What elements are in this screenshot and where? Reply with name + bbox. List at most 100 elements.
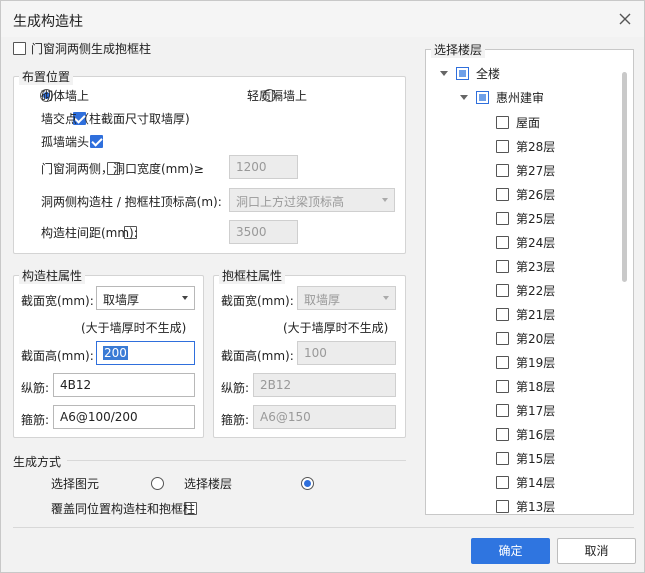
frame-width-label: 截面宽(mm): [221,294,294,308]
tree-row-floor[interactable]: 第23层 [496,256,555,276]
tree-row-floor[interactable]: 第21层 [496,304,555,324]
close-icon[interactable] [616,10,634,28]
spacing-input[interactable]: 3500 [229,220,298,244]
floor-label: 第26层 [516,188,556,202]
select-floors-radio[interactable] [300,477,314,490]
floor-label: 第23层 [516,260,556,274]
floor-label: 第13层 [516,500,556,514]
column-stirrup-input[interactable]: A6@100/200 [53,405,195,429]
floor-label: 第15层 [516,452,556,466]
tree-row-project[interactable]: 惠州建审 [460,88,544,108]
tree-row-floor[interactable]: 第28层 [496,136,555,156]
frame-long-bar-input[interactable]: 2B12 [253,373,396,397]
dialog-title: 生成构造柱 [13,14,83,30]
frame-stirrup-input[interactable]: A6@150 [253,405,396,429]
tree-row-floor[interactable]: 第14层 [496,472,555,492]
floor-label: 第19层 [516,356,556,370]
ok-button[interactable]: 确定 [471,538,550,564]
tree-row-floor[interactable]: 第20层 [496,328,555,348]
floor-checkbox[interactable] [496,164,509,177]
floor-checkbox[interactable] [496,500,509,513]
tree-row-floor[interactable]: 第13层 [496,496,555,516]
overwrite-label: 覆盖同位置构造柱和抱框柱 [51,502,196,516]
column-width-label: 截面宽(mm): [21,294,94,308]
tree-row-root[interactable]: 全楼 [440,64,500,84]
layout-position-title: 布置位置 [19,68,74,85]
floor-checkbox[interactable] [496,476,509,489]
generate-mode-divider [67,460,406,461]
dialog-window: 生成构造柱 门窗洞两侧生成抱框柱 布置位置 砌体墙上 轻质隔墙上 墙交点（柱截面… [0,0,645,573]
chevron-down-icon [382,198,388,202]
floor-checkbox[interactable] [496,428,509,441]
column-height-label: 截面高(mm): [21,349,94,363]
tree-row-floor[interactable]: 第24层 [496,232,555,252]
column-long-bar-input[interactable]: 4B12 [53,373,195,397]
floor-checkbox[interactable] [496,452,509,465]
cancel-button[interactable]: 取消 [557,538,636,564]
column-props-title: 构造柱属性 [19,267,86,284]
frame-stirrup-label: 箍筋: [221,413,250,427]
column-height-value: 200 [103,346,128,360]
tree-row-floor[interactable]: 第22层 [496,280,555,300]
tree-row-floor[interactable]: 第19层 [496,352,555,372]
tree-row-floor[interactable]: 第25层 [496,208,555,228]
chevron-down-icon[interactable] [440,71,448,76]
floor-label: 第17层 [516,404,556,418]
chevron-down-icon[interactable] [460,95,468,100]
wall-intersection-label: 墙交点（柱截面尺寸取墙厚) [41,112,190,126]
column-height-input[interactable]: 200 [96,341,195,365]
masonry-wall-label: 砌体墙上 [41,89,90,103]
frame-width-dropdown[interactable]: 取墙厚 [297,286,396,310]
floor-label: 第21层 [516,308,556,322]
column-long-bar-label: 纵筋: [21,381,50,395]
frame-column-checkbox[interactable] [13,42,26,55]
tree-row-floor[interactable]: 第27层 [496,160,555,180]
floor-checkbox[interactable] [496,356,509,369]
select-elements-radio[interactable] [150,477,164,490]
floor-label: 第20层 [516,332,556,346]
floor-checkbox[interactable] [496,260,509,273]
top-elevation-dropdown[interactable]: 洞口上方过梁顶标高 [229,188,395,212]
floor-label: 屋面 [516,116,541,130]
wall-end-label: 孤墙端头 [41,135,90,149]
floor-label: 第16层 [516,428,556,442]
floor-checkbox[interactable] [496,284,509,297]
floor-label: 第18层 [516,380,556,394]
floor-label: 第28层 [516,140,556,154]
opening-sides-label: 门窗洞两侧，洞口宽度(mm)≥ [41,162,204,176]
floor-label: 第27层 [516,164,556,178]
floor-checkbox[interactable] [496,332,509,345]
top-elevation-label: 洞两侧构造柱 / 抱框柱顶标高(m): [41,195,222,209]
floor-checkbox[interactable] [496,236,509,249]
frame-height-input[interactable]: 100 [297,341,396,365]
floor-checkbox[interactable] [496,212,509,225]
frame-width-value: 取墙厚 [304,293,341,307]
tree-row-floor[interactable]: 第17层 [496,400,555,420]
floor-checkbox[interactable] [496,308,509,321]
frame-height-label: 截面高(mm): [221,349,294,363]
opening-width-input[interactable]: 1200 [229,155,298,179]
project-checkbox[interactable] [476,91,489,104]
tree-row-floor[interactable]: 第26层 [496,184,555,204]
floor-checkbox[interactable] [496,116,509,129]
root-checkbox[interactable] [456,67,469,80]
floor-checkbox[interactable] [496,380,509,393]
column-width-dropdown[interactable]: 取墙厚 [96,286,195,310]
tree-project-label: 惠州建审 [496,91,545,105]
chevron-down-icon [182,296,188,300]
tree-row-floor[interactable]: 屋面 [496,112,540,132]
tree-row-floor[interactable]: 第18层 [496,376,555,396]
tree-row-floor[interactable]: 第15层 [496,448,555,468]
column-stirrup-label: 箍筋: [21,413,50,427]
tree-scrollbar[interactable] [622,72,627,282]
wall-end-checkbox[interactable] [90,135,104,148]
floor-label: 第22层 [516,284,556,298]
tree-row-floor[interactable]: 第16层 [496,424,555,444]
floor-tree-title: 选择楼层 [431,41,486,58]
floor-checkbox[interactable] [496,404,509,417]
frame-column-label: 门窗洞两侧生成抱框柱 [31,42,152,56]
floor-checkbox[interactable] [496,188,509,201]
footer-divider [13,527,634,528]
chevron-down-icon [383,296,389,300]
floor-checkbox[interactable] [496,140,509,153]
